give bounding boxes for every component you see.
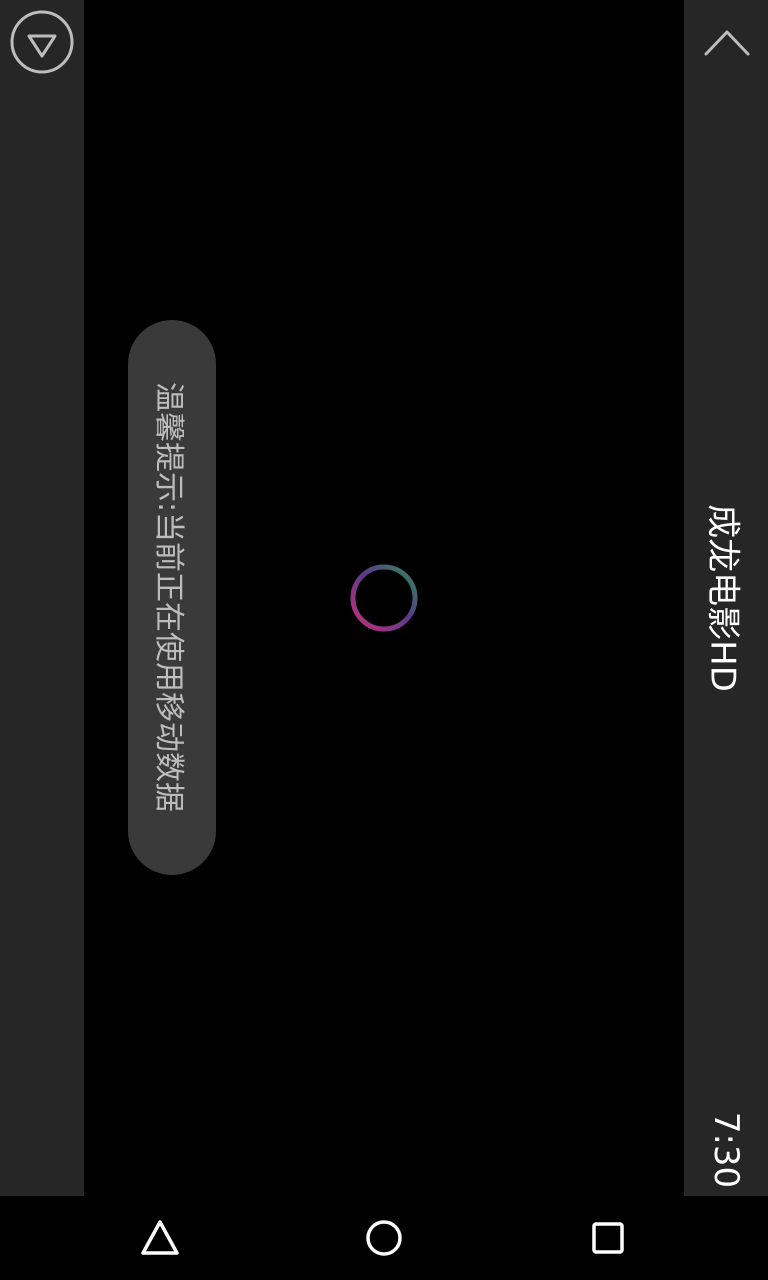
clock-time: 7:30 [706,1111,746,1189]
home-button[interactable] [362,1216,406,1260]
recents-button[interactable] [586,1216,630,1260]
chevron-up-icon [704,30,750,56]
loading-spinner-icon [350,564,418,632]
navigation-bar [0,1196,768,1280]
video-title: 成龙电影HD [702,504,743,692]
expand-button[interactable] [702,20,752,66]
mobile-data-toast: 温馨提示:当前正在使用移动数据 [128,320,216,875]
back-button[interactable] [138,1216,182,1260]
nav-home-icon [366,1220,402,1256]
toast-message: 温馨提示:当前正在使用移动数据 [151,381,186,813]
right-title-panel: 成龙电影HD 7:30 [684,0,768,1196]
nav-recents-icon [592,1222,624,1254]
collapse-button[interactable] [9,9,75,75]
chevron-down-circle-icon [10,10,74,74]
left-control-panel [0,0,84,1196]
video-player-screen: 温馨提示:当前正在使用移动数据 成龙电影HD 7:30 [0,0,768,1280]
nav-back-icon [141,1220,179,1255]
